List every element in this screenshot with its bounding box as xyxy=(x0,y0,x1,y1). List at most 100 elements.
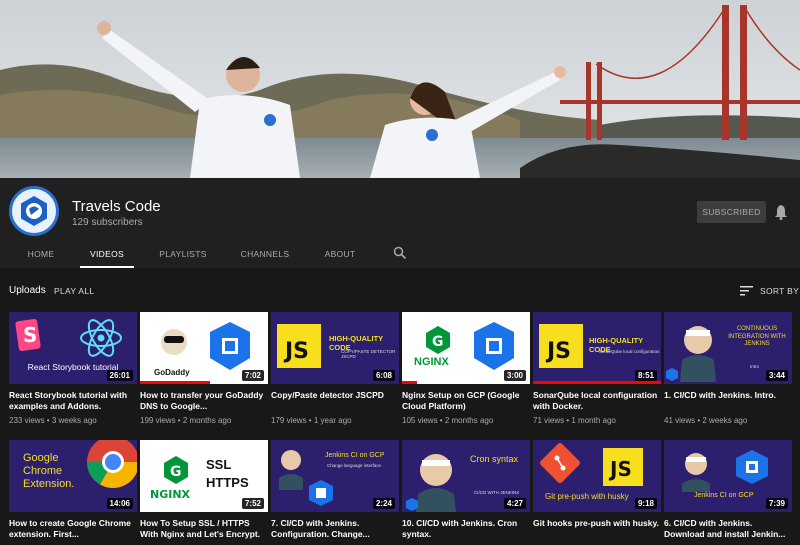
video-meta: 233 views • 3 weeks ago xyxy=(9,416,97,425)
video-duration: 2:24 xyxy=(372,498,395,509)
svg-text:JS: JS xyxy=(283,339,309,364)
video-thumbnail[interactable]: Jenkins CI on GCP Change language interf… xyxy=(271,440,399,512)
video-title[interactable]: 10. CI/CD with Jenkins. Cron syntax. xyxy=(402,518,530,539)
channel-tabs: HOME VIDEOS PLAYLISTS CHANNELS ABOUT xyxy=(0,240,800,268)
thumbnail-subcaption: Intro xyxy=(750,364,760,369)
channel-banner xyxy=(0,0,800,178)
video-card[interactable]: JS HIGH-QUALITY CODE SonarQube local con… xyxy=(533,312,661,425)
view-count: 233 views xyxy=(9,416,45,425)
search-icon[interactable] xyxy=(393,246,407,260)
play-all-button[interactable]: PLAY ALL xyxy=(54,286,94,296)
video-title[interactable]: React Storybook tutorial with examples a… xyxy=(9,390,137,411)
channel-header: Travels Code 129 subscribers SUBSCRIBED … xyxy=(0,178,800,268)
video-thumbnail[interactable]: JS HIGH-QUALITY CODE COPY/PASTE DETECTOR… xyxy=(271,312,399,384)
video-title[interactable]: 7. CI/CD with Jenkins. Configuration. Ch… xyxy=(271,518,399,539)
video-title[interactable]: Nginx Setup on GCP (Google Cloud Platfor… xyxy=(402,390,530,411)
video-thumbnail[interactable]: G NGINX 3:00 xyxy=(402,312,530,384)
upload-age: 2 months ago xyxy=(182,416,232,425)
sort-by-button[interactable]: SORT BY xyxy=(760,286,799,296)
video-meta: 105 views • 2 months ago xyxy=(402,416,494,425)
svg-text:S: S xyxy=(23,323,37,347)
thumbnail-caption: Jenkins CI on GCP xyxy=(325,452,385,459)
video-title[interactable]: 6. CI/CD with Jenkins. Download and inst… xyxy=(664,518,792,539)
video-duration: 26:01 xyxy=(106,370,133,381)
tab-playlists[interactable]: PLAYLISTS xyxy=(152,240,214,268)
svg-text:JS: JS xyxy=(545,339,571,364)
thumbnail-caption: Git pre-push with husky xyxy=(545,492,629,501)
video-duration: 7:52 xyxy=(241,498,264,509)
video-card[interactable]: Jenkins CI on GCP Change language interf… xyxy=(271,440,399,539)
video-thumbnail[interactable]: GoDaddy 7:02 xyxy=(140,312,268,384)
thumbnail-caption: Cron syntax xyxy=(470,454,519,464)
subscribed-button[interactable]: SUBSCRIBED xyxy=(697,201,766,223)
notification-bell-icon[interactable] xyxy=(774,204,788,220)
video-card[interactable]: G NGINX SSL HTTPS 7:52 How To Setup SSL … xyxy=(140,440,268,539)
video-title[interactable]: 1. CI/CD with Jenkins. Intro. xyxy=(664,390,792,411)
video-title[interactable]: How To Setup SSL / HTTPS With Nginx and … xyxy=(140,518,268,539)
subscriber-count: 129 subscribers xyxy=(72,217,143,228)
video-thumbnail[interactable]: G NGINX SSL HTTPS 7:52 xyxy=(140,440,268,512)
video-thumbnail[interactable]: JS HIGH-QUALITY CODE SonarQube local con… xyxy=(533,312,661,384)
upload-age: 2 weeks ago xyxy=(702,416,748,425)
watch-progress-bar xyxy=(140,381,210,384)
thumbnail-caption: CONTINUOUS INTEGRATION WITH JENKINS xyxy=(728,326,786,347)
video-duration: 4:27 xyxy=(503,498,526,509)
view-count: 105 views xyxy=(402,416,438,425)
video-thumbnail[interactable]: Jenkins CI on GCP 7:39 xyxy=(664,440,792,512)
globe-icon xyxy=(21,196,47,226)
tab-channels[interactable]: CHANNELS xyxy=(233,240,297,268)
video-card[interactable]: Jenkins CI on GCP 7:39 6. CI/CD with Jen… xyxy=(664,440,792,539)
video-thumbnail[interactable]: CONTINUOUS INTEGRATION WITH JENKINS Intr… xyxy=(664,312,792,384)
video-card[interactable]: S React Storybook tutorial 26:01 React S… xyxy=(9,312,137,425)
video-card[interactable]: JS HIGH-QUALITY CODE COPY/PASTE DETECTOR… xyxy=(271,312,399,425)
tab-about[interactable]: ABOUT xyxy=(318,240,362,268)
video-title[interactable]: SonarQube local configuration with Docke… xyxy=(533,390,661,411)
video-duration: 14:06 xyxy=(106,498,133,509)
video-meta: 179 views • 1 year ago xyxy=(271,416,352,425)
svg-text:JS: JS xyxy=(608,457,632,481)
video-thumbnail[interactable]: S React Storybook tutorial 26:01 xyxy=(9,312,137,384)
tab-videos[interactable]: VIDEOS xyxy=(80,240,134,268)
thumbnail-subcaption: SonarQube local configuration xyxy=(599,349,660,354)
video-thumbnail[interactable]: Google Chrome Extension. 14:06 xyxy=(9,440,137,512)
uploads-title: Uploads xyxy=(9,285,46,296)
avatar[interactable] xyxy=(9,186,59,236)
svg-text:G: G xyxy=(170,464,182,480)
video-thumbnail[interactable]: Cron syntax CI/CD WITH JENKINS 4:27 xyxy=(402,440,530,512)
video-duration: 7:39 xyxy=(765,498,788,509)
video-duration: 3:44 xyxy=(765,370,788,381)
video-thumbnail[interactable]: JS Git pre-push with husky 9:18 xyxy=(533,440,661,512)
upload-age: 3 weeks ago xyxy=(51,416,97,425)
video-title[interactable]: How to create Google Chrome extension. F… xyxy=(9,518,137,539)
video-card[interactable]: Cron syntax CI/CD WITH JENKINS 4:27 10. … xyxy=(402,440,530,539)
view-count: 179 views xyxy=(271,416,307,425)
sort-icon[interactable] xyxy=(740,285,753,296)
channel-name: Travels Code xyxy=(72,198,161,215)
thumbnail-caption: SSL HTTPS xyxy=(206,457,249,490)
video-card[interactable]: CONTINUOUS INTEGRATION WITH JENKINS Intr… xyxy=(664,312,792,425)
upload-age: 1 month ago xyxy=(571,416,616,425)
view-count: 199 views xyxy=(140,416,176,425)
video-duration: 9:18 xyxy=(634,498,657,509)
video-title[interactable]: Copy/Paste detector JSCPD xyxy=(271,390,399,411)
video-title[interactable]: Git hooks pre-push with husky. xyxy=(533,518,661,539)
video-card[interactable]: Google Chrome Extension. 14:06 How to cr… xyxy=(9,440,137,539)
thumbnail-subcaption: CI/CD WITH JENKINS xyxy=(474,490,520,495)
watch-progress-bar xyxy=(533,381,661,384)
video-duration: 3:00 xyxy=(503,370,526,381)
svg-text:NGINX: NGINX xyxy=(150,488,191,501)
svg-text:G: G xyxy=(432,334,444,350)
thumbnail-caption: NGINX xyxy=(414,356,449,368)
video-card[interactable]: G NGINX 3:00 Nginx Setup on GCP (Google … xyxy=(402,312,530,425)
video-duration: 8:51 xyxy=(634,370,657,381)
video-card[interactable]: JS Git pre-push with husky 9:18 Git hook… xyxy=(533,440,661,539)
video-title[interactable]: How to transfer your GoDaddy DNS to Goog… xyxy=(140,390,268,411)
video-duration: 7:02 xyxy=(241,370,264,381)
video-duration: 6:08 xyxy=(372,370,395,381)
thumbnail-caption: Google Chrome Extension. xyxy=(23,452,75,490)
video-card[interactable]: GoDaddy 7:02 How to transfer your GoDadd… xyxy=(140,312,268,425)
thumbnail-subcaption: Change language interface xyxy=(327,463,382,468)
video-meta: 71 views • 1 month ago xyxy=(533,416,616,425)
video-meta: 199 views • 2 months ago xyxy=(140,416,232,425)
tab-home[interactable]: HOME xyxy=(22,240,60,268)
